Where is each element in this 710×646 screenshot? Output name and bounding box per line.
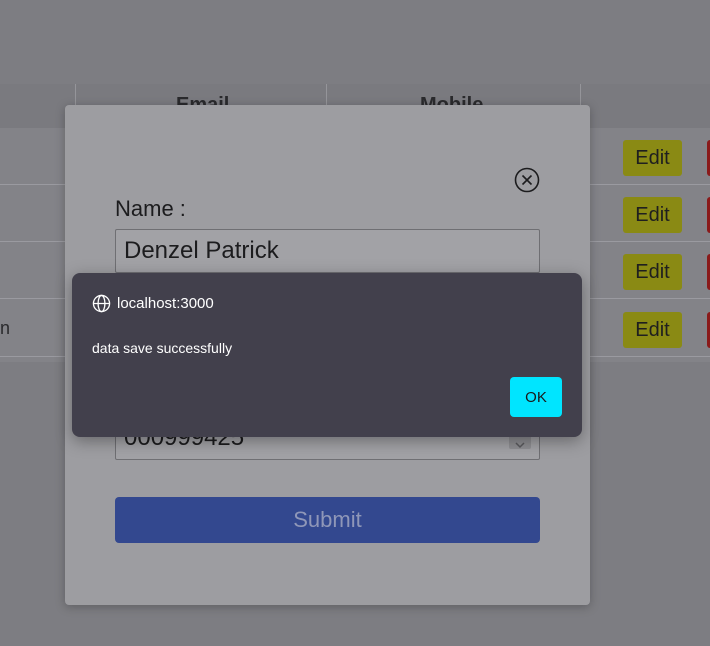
globe-icon <box>92 294 111 312</box>
alert-dialog: localhost:3000 data save successfully OK <box>72 273 582 437</box>
edit-button[interactable]: Edit <box>623 312 682 348</box>
chevron-down-icon <box>515 442 525 449</box>
edit-button[interactable]: Edit <box>623 140 682 176</box>
alert-message: data save successfully <box>92 340 233 356</box>
row-cell-text: n <box>0 318 11 338</box>
edit-button[interactable]: Edit <box>623 254 682 290</box>
alert-origin: localhost:3000 <box>92 293 214 313</box>
name-label: Name : <box>115 196 186 221</box>
ok-button[interactable]: OK <box>510 377 562 417</box>
submit-button[interactable]: Submit <box>115 497 540 543</box>
edit-button[interactable]: Edit <box>623 197 682 233</box>
alert-origin-text: localhost:3000 <box>117 294 214 312</box>
close-circle-icon[interactable] <box>514 167 540 193</box>
name-input[interactable]: Denzel Patrick <box>115 229 540 273</box>
